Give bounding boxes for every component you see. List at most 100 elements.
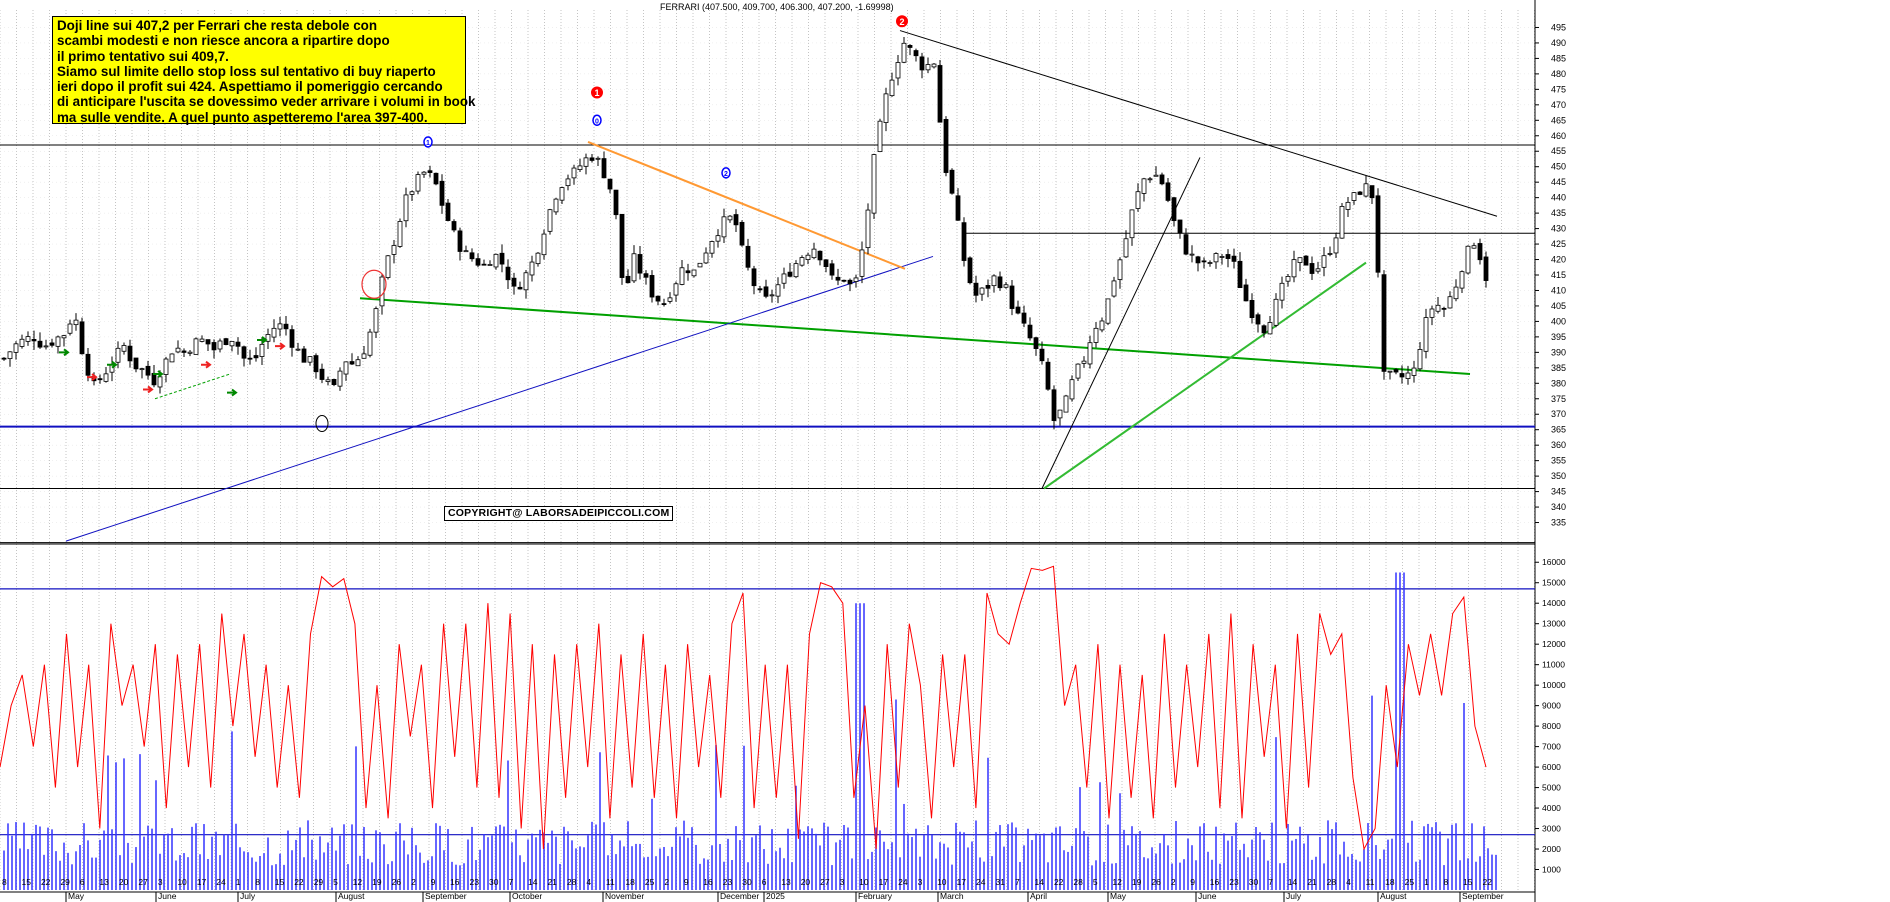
candle-down [1477,243,1483,261]
candle-down [751,268,757,287]
candle-down [919,56,925,71]
candle-up [73,319,79,326]
y-tick-label: 350 [1551,471,1566,481]
candle-down [967,257,973,284]
candle-down [1021,312,1027,324]
candle-up [1207,262,1213,264]
x-tick-label: 18 [625,877,635,887]
candle-down [619,213,625,278]
candle-down [649,275,655,298]
candle-down [607,178,613,190]
candle-down [469,252,475,260]
candle-down [589,157,595,161]
x-tick-label: 14 [528,877,538,887]
candle-down [475,258,481,266]
green-support-line [1043,261,1367,490]
candle-up [877,120,883,152]
candle-down [757,288,763,291]
candle-down [439,180,445,206]
candle-up [553,198,559,213]
x-tick-label: 20 [801,877,811,887]
candle-down [331,379,337,386]
x-tick-label: 7 [508,877,513,887]
x-tick-label: 4 [586,877,591,887]
candle-down [613,189,619,216]
candle-down [349,361,355,365]
candle-up [721,216,727,238]
x-tick-label: 8 [1444,877,1449,887]
note-line: il primo tentativo sui 409,7. [57,48,229,64]
candle-down [655,295,661,302]
candle-up [367,331,373,356]
candle-down [517,286,523,290]
candle-up [169,353,175,363]
resistance-trendline [899,30,1498,217]
x-tick-label: 8 [2,877,7,887]
candle-up [103,373,109,382]
x-tick-label: 13 [99,877,109,887]
candle-up [355,359,361,367]
candle-down [289,329,295,348]
x-tick-label: 6 [762,877,767,887]
month-label: February [858,891,893,901]
candle-down [433,172,439,185]
y-tick-label: 395 [1551,332,1566,342]
y-tick-label: 8000 [1542,721,1561,731]
y-tick-label: 360 [1551,440,1566,450]
x-tick-label: 28 [1327,877,1337,887]
y-tick-label: 13000 [1542,619,1566,629]
y-tick-label: 420 [1551,255,1566,265]
candle-up [535,252,541,265]
candle-down [499,252,505,265]
y-tick-label: 480 [1551,69,1566,79]
candle-down [625,275,631,284]
candle-up [529,261,535,276]
y-tick-label: 460 [1551,131,1566,141]
candle-up [1315,268,1321,272]
x-tick-label: 21 [1307,877,1317,887]
month-label: May [1110,891,1127,901]
marker-label: 1 [426,140,430,147]
candle-up [337,370,343,387]
candle-down [1357,191,1363,195]
candle-down [145,365,151,376]
x-tick-label: 24 [216,877,226,887]
candle-down [661,303,667,305]
candle-up [1063,395,1069,413]
candle-down [211,342,217,351]
x-tick-label: 7 [1015,877,1020,887]
y-tick-label: 5000 [1542,783,1561,793]
candle-down [481,263,487,266]
x-tick-label: 25 [645,877,655,887]
candle-up [421,171,427,175]
candle-up [1141,178,1147,194]
x-tick-label: 6 [80,877,85,887]
copyright-label: COPYRIGHT@ LABORSADEIPICCOLI.COM [444,506,674,521]
x-tick-label: 16 [1210,877,1220,887]
y-tick-label: 440 [1551,193,1566,203]
candle-up [1417,349,1423,370]
candle-down [835,276,841,281]
candle-up [799,257,805,266]
candle-up [163,358,169,375]
candle-up [121,345,127,352]
candle-up [1273,298,1279,326]
candle-up [1405,372,1411,379]
month-label: September [425,891,467,901]
y-tick-label: 410 [1551,285,1566,295]
candle-up [1135,191,1141,209]
x-tick-label: 23 [470,877,480,887]
x-tick-label: 14 [1034,877,1044,887]
candle-down [961,222,967,261]
candle-down [985,284,991,289]
candle-up [343,361,349,375]
candle-up [1057,409,1063,419]
candle-up [1435,304,1441,312]
x-tick-label: 28 [1073,877,1083,887]
x-tick-label: 2 [1171,877,1176,887]
candle-up [229,340,235,347]
candle-up [19,338,25,347]
candle-up [55,336,61,347]
candle-down [1309,263,1315,274]
candle-up [1387,370,1393,373]
